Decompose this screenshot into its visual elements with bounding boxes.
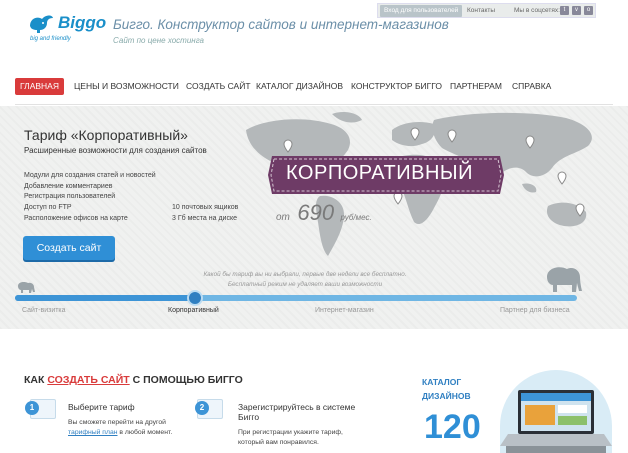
step-desc-line: Вы сможете перейти на другой [68,419,166,426]
step-number: 1 [25,401,39,415]
step-desc-tail: в любой момент. [117,429,173,436]
nav-item-help[interactable]: СПРАВКА [512,78,551,95]
social-label: Мы в соцсетях: [514,7,560,14]
feature-label: Добавление комментариев [24,182,113,190]
price-unit: руб/мес. [340,213,372,222]
tariff-banner-text-wrap: КОРПОРАТИВНЫЙ [268,156,504,194]
logo[interactable]: Biggo big and friendly [28,10,106,52]
tariff-plan-link[interactable]: тарифный план [68,429,118,436]
hint-line: Какой бы тариф вы ни выбрали, первые две… [203,271,407,278]
step-description: Вы сможете перейти на другой тарифный пл… [68,418,172,438]
feature-row: Регистрация пользователей [24,192,264,203]
free-trial-hint: Какой бы тариф вы ни выбрали, первые две… [190,270,420,290]
feature-label: Доступ по FTP [24,204,72,212]
step-desc-line: тарифный план в любой момент. [68,428,172,438]
feature-label: Расположение офисов на карте [24,214,128,222]
tariff-subtitle: Расширенные возможности для создания сай… [24,146,207,155]
nav-item-builder[interactable]: КОНСТРУКТОР БИГГО [351,78,442,95]
feature-value: 10 почтовых ящиков [172,204,239,212]
login-button[interactable]: Вход для пользователей [380,5,463,17]
nav-item-partners[interactable]: ПАРТНЕРАМ [450,78,502,95]
tariff-banner-text: КОРПОРАТИВНЫЙ [286,162,473,184]
how-to-heading: КАК СОЗДАТЬ САЙТ С ПОМОЩЬЮ БИГГО [24,374,243,386]
main-nav: ГЛАВНАЯ ЦЕНЫ И ВОЗМОЖНОСТИ СОЗДАТЬ САЙТ … [15,78,613,96]
nav-divider [15,104,613,105]
catalog-label-line: ДИЗАЙНОВ [422,391,471,401]
tariff-title: Тариф «Корпоративный» [24,127,188,143]
feature-label: Регистрация пользователей [24,193,116,201]
nav-item-design-catalog[interactable]: КАТАЛОГ ДИЗАЙНОВ [256,78,343,95]
tier-business-card[interactable]: Сайт-визитка [22,307,66,314]
feature-row: Расположение офисов на карте 3 Гб места н… [24,214,264,225]
vk-icon[interactable]: v [572,6,581,15]
site-subtitle: Сайт по цене хостинга [113,36,205,45]
how-prefix: КАК [24,374,48,386]
nav-item-prices[interactable]: ЦЕНЫ И ВОЗМОЖНОСТИ [74,78,179,95]
price-from: от [276,212,290,223]
catalog-count: 120 [424,408,481,446]
odnoklassniki-icon[interactable]: o [584,6,593,15]
top-bar: Вход для пользователей Контакты Мы в соц… [377,3,596,18]
small-elephant-icon [18,282,35,293]
price: от 690 руб/мес. [276,200,372,226]
price-amount: 690 [297,200,335,225]
catalog-preview-image[interactable] [500,370,612,453]
tariff-slider-handle[interactable] [186,290,203,306]
step-number: 2 [195,401,209,415]
how-suffix: С ПОМОЩЬЮ БИГГО [129,374,243,386]
laptop-illustration-icon [500,390,612,453]
winged-elephant-logo-icon [30,15,53,33]
step-desc-line: который вам понравился. [238,439,319,446]
hint-line: Бесплатный режим не удаляет ваши возможн… [227,281,383,288]
tariff-features: Модули для создания статей и новостей До… [24,171,264,224]
nav-item-create-site[interactable]: СОЗДАТЬ САЙТ [186,78,251,95]
logo-tagline: big and friendly [30,36,71,42]
logo-name: Biggo [58,13,107,32]
contacts-link[interactable]: Контакты [467,5,495,17]
how-create-link[interactable]: СОЗДАТЬ САЙТ [47,374,129,386]
step-title: Зарегистрируйтесь в системе Бигго [238,402,355,422]
site-title: Бигго. Конструктор сайтов и интернет-маг… [113,17,449,32]
twitter-icon[interactable]: t [560,6,569,15]
page: Biggo big and friendly Бигго. Конструкто… [0,0,628,453]
large-elephant-icon [547,267,582,292]
catalog-label[interactable]: КАТАЛОГ ДИЗАЙНОВ [422,375,471,403]
step-description: При регистрации укажите тариф, который в… [238,428,343,448]
feature-row: Добавление комментариев [24,182,264,193]
tier-corporate[interactable]: Корпоративный [168,307,219,314]
feature-row: Модули для создания статей и новостей [24,171,264,182]
step-title-line: Бигго [238,412,260,422]
step-desc-line: При регистрации укажите тариф, [238,429,343,436]
catalog-label-line: КАТАЛОГ [422,377,462,387]
tier-online-store[interactable]: Интернет-магазин [315,307,374,314]
feature-row: Доступ по FTP 10 почтовых ящиков [24,203,264,214]
step-title-line: Зарегистрируйтесь в системе [238,402,356,412]
tariff-slider-track[interactable] [15,295,577,301]
tier-business-partner[interactable]: Партнер для бизнеса [500,307,570,314]
feature-label: Модули для создания статей и новостей [24,172,156,179]
tariff-slider-fill [15,295,195,301]
step-title: Выберите тариф [68,402,135,412]
create-site-button[interactable]: Создать сайт [23,236,115,260]
feature-value: 3 Гб места на диске [172,214,237,222]
nav-item-home[interactable]: ГЛАВНАЯ [15,78,64,95]
